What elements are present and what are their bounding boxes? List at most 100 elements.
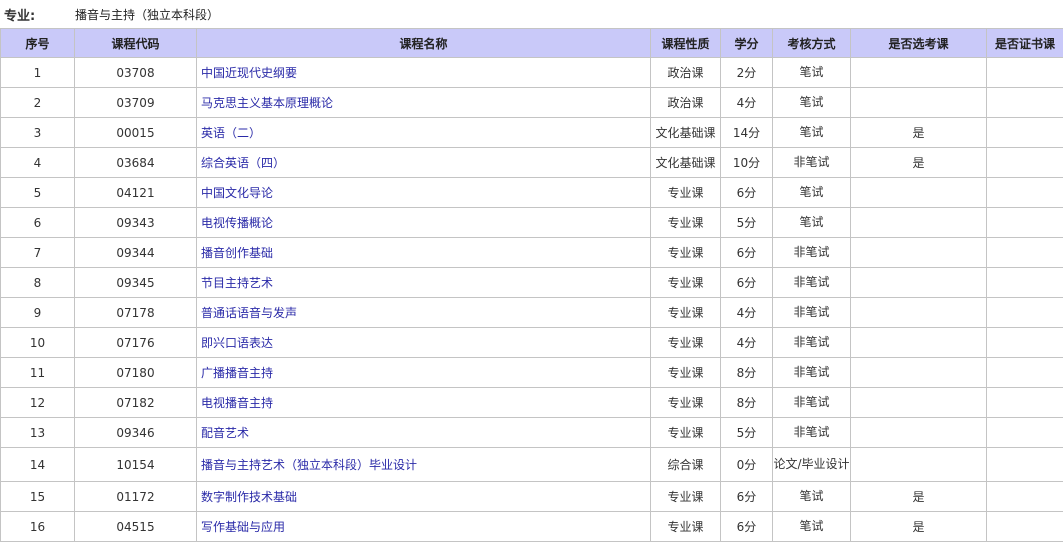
- cell-elective: 是: [851, 148, 987, 178]
- cell-cert: [987, 512, 1063, 542]
- cell-no: 14: [1, 448, 75, 482]
- table-row: 809345节目主持艺术专业课6分非笔试: [1, 268, 1063, 298]
- cell-method: 笔试: [773, 208, 851, 238]
- table-row: 1410154播音与主持艺术（独立本科段）毕业设计综合课0分论文/毕业设计: [1, 448, 1063, 482]
- table-row: 504121中国文化导论专业课6分笔试: [1, 178, 1063, 208]
- cell-name: 广播播音主持: [197, 358, 651, 388]
- cell-no: 11: [1, 358, 75, 388]
- cell-type: 专业课: [651, 482, 721, 512]
- course-link[interactable]: 英语（二）: [201, 126, 261, 140]
- header-type: 课程性质: [651, 29, 721, 58]
- course-link[interactable]: 广播播音主持: [201, 366, 273, 380]
- table-row: 1501172数字制作技术基础专业课6分笔试是: [1, 482, 1063, 512]
- cell-method: 笔试: [773, 118, 851, 148]
- cell-credit: 8分: [721, 358, 773, 388]
- cell-elective: [851, 328, 987, 358]
- course-link[interactable]: 电视传播概论: [201, 216, 273, 230]
- major-label: 专业:: [4, 5, 35, 24]
- cell-method: 非笔试: [773, 418, 851, 448]
- course-link[interactable]: 配音艺术: [201, 426, 249, 440]
- table-row: 907178普通话语音与发声专业课4分非笔试: [1, 298, 1063, 328]
- cell-name: 配音艺术: [197, 418, 651, 448]
- cell-method: 非笔试: [773, 268, 851, 298]
- cell-method: 非笔试: [773, 148, 851, 178]
- cell-name: 综合英语（四）: [197, 148, 651, 178]
- cell-method: 笔试: [773, 482, 851, 512]
- cell-elective: [851, 88, 987, 118]
- cell-cert: [987, 388, 1063, 418]
- course-link[interactable]: 普通话语音与发声: [201, 306, 297, 320]
- cell-no: 16: [1, 512, 75, 542]
- cell-cert: [987, 298, 1063, 328]
- header-name: 课程名称: [197, 29, 651, 58]
- cell-elective: [851, 58, 987, 88]
- course-link[interactable]: 电视播音主持: [201, 396, 273, 410]
- cell-cert: [987, 148, 1063, 178]
- cell-method: 笔试: [773, 88, 851, 118]
- cell-name: 电视传播概论: [197, 208, 651, 238]
- course-link[interactable]: 马克思主义基本原理概论: [201, 96, 333, 110]
- cell-code: 04121: [75, 178, 197, 208]
- cell-type: 专业课: [651, 238, 721, 268]
- cell-credit: 4分: [721, 298, 773, 328]
- course-link[interactable]: 播音创作基础: [201, 246, 273, 260]
- course-link[interactable]: 写作基础与应用: [201, 520, 285, 534]
- cell-code: 03684: [75, 148, 197, 178]
- header-credit: 学分: [721, 29, 773, 58]
- cell-type: 专业课: [651, 512, 721, 542]
- course-link[interactable]: 即兴口语表达: [201, 336, 273, 350]
- cell-code: 03708: [75, 58, 197, 88]
- cell-method: 论文/毕业设计: [773, 448, 851, 482]
- cell-type: 专业课: [651, 268, 721, 298]
- header-cert: 是否证书课: [987, 29, 1063, 58]
- cell-no: 1: [1, 58, 75, 88]
- cell-elective: [851, 358, 987, 388]
- cell-credit: 6分: [721, 482, 773, 512]
- header-elective: 是否选考课: [851, 29, 987, 58]
- cell-elective: [851, 298, 987, 328]
- cell-type: 专业课: [651, 328, 721, 358]
- cell-no: 12: [1, 388, 75, 418]
- course-link[interactable]: 节目主持艺术: [201, 276, 273, 290]
- cell-credit: 6分: [721, 238, 773, 268]
- cell-elective: [851, 418, 987, 448]
- cell-code: 07180: [75, 358, 197, 388]
- course-table: 序号 课程代码 课程名称 课程性质 学分 考核方式 是否选考课 是否证书课 10…: [0, 28, 1063, 542]
- cell-elective: 是: [851, 118, 987, 148]
- cell-code: 01172: [75, 482, 197, 512]
- cell-credit: 4分: [721, 328, 773, 358]
- cell-method: 笔试: [773, 512, 851, 542]
- cell-cert: [987, 178, 1063, 208]
- cell-credit: 5分: [721, 418, 773, 448]
- course-link[interactable]: 中国文化导论: [201, 186, 273, 200]
- cell-method: 非笔试: [773, 238, 851, 268]
- cell-type: 政治课: [651, 88, 721, 118]
- cell-no: 9: [1, 298, 75, 328]
- cell-name: 即兴口语表达: [197, 328, 651, 358]
- table-row: 1107180广播播音主持专业课8分非笔试: [1, 358, 1063, 388]
- cell-cert: [987, 328, 1063, 358]
- cell-elective: [851, 208, 987, 238]
- course-link[interactable]: 数字制作技术基础: [201, 490, 297, 504]
- cell-elective: [851, 388, 987, 418]
- cell-code: 00015: [75, 118, 197, 148]
- table-row: 609343电视传播概论专业课5分笔试: [1, 208, 1063, 238]
- course-link[interactable]: 综合英语（四）: [201, 156, 285, 170]
- table-row: 300015英语（二）文化基础课14分笔试是: [1, 118, 1063, 148]
- cell-credit: 10分: [721, 148, 773, 178]
- cell-name: 马克思主义基本原理概论: [197, 88, 651, 118]
- cell-name: 数字制作技术基础: [197, 482, 651, 512]
- cell-cert: [987, 482, 1063, 512]
- cell-name: 播音创作基础: [197, 238, 651, 268]
- course-link[interactable]: 中国近现代史纲要: [201, 66, 297, 80]
- cell-method: 非笔试: [773, 388, 851, 418]
- major-header: 专业: 播音与主持（独立本科段）: [0, 0, 1063, 28]
- cell-type: 专业课: [651, 388, 721, 418]
- cell-credit: 0分: [721, 448, 773, 482]
- cell-type: 专业课: [651, 208, 721, 238]
- table-row: 103708中国近现代史纲要政治课2分笔试: [1, 58, 1063, 88]
- cell-name: 中国近现代史纲要: [197, 58, 651, 88]
- course-link[interactable]: 播音与主持艺术（独立本科段）毕业设计: [201, 458, 417, 472]
- cell-elective: [851, 448, 987, 482]
- cell-cert: [987, 268, 1063, 298]
